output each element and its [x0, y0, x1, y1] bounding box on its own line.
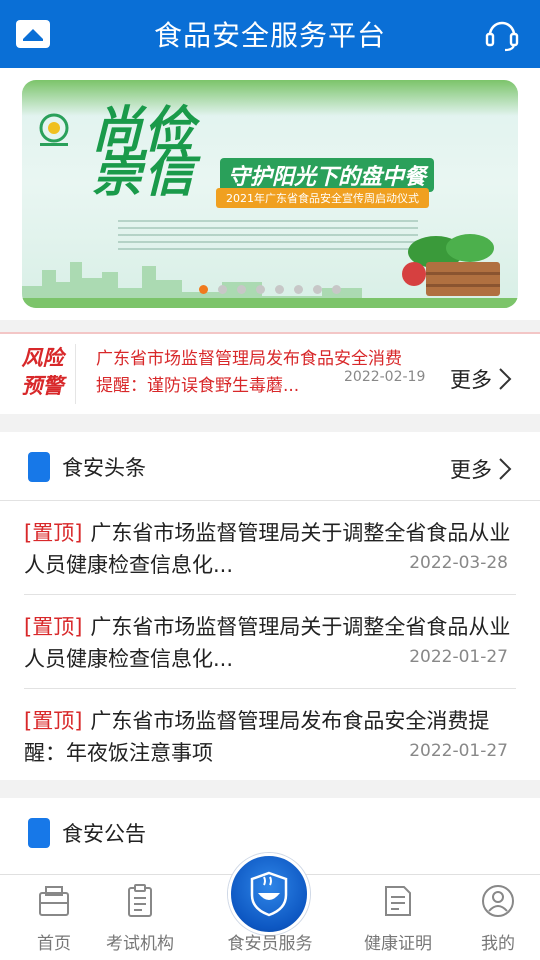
banner-headline: 尚俭 崇信 — [92, 101, 196, 203]
home-icon[interactable] — [16, 20, 50, 48]
carousel-dot[interactable] — [294, 285, 303, 294]
headset-icon[interactable] — [482, 14, 522, 54]
tab-mine[interactable]: 我的 — [444, 875, 540, 960]
pinned-tag: [置顶] — [24, 709, 83, 733]
news-item[interactable]: [置顶] 广东省市场监督管理局发布食品安全消费提醒：年夜饭注意事项 2022-01… — [24, 689, 516, 783]
chevron-right-icon — [499, 458, 512, 480]
clipboard-icon — [128, 884, 152, 917]
section-marker — [28, 452, 50, 482]
food-safety-logo-icon — [34, 110, 74, 150]
top-bar: 食品安全服务平台 — [0, 0, 540, 68]
risk-alert-title-cont[interactable]: 提醒：谨防误食野生毒蘑... — [96, 371, 299, 396]
banner-fineprint — [118, 220, 418, 254]
tab-health-certificate[interactable]: 健康证明 — [344, 875, 452, 960]
chevron-right-icon — [499, 368, 512, 390]
news-item[interactable]: [置顶] 广东省市场监督管理局关于调整全省食品从业人员健康检查信息化... 202… — [24, 501, 516, 595]
user-icon — [482, 885, 514, 917]
risk-alert-badge: 风险 预警 — [10, 344, 76, 404]
tab-exam-institution[interactable]: 考试机构 — [86, 875, 194, 960]
risk-alert-more-link[interactable]: 更多 — [450, 364, 512, 394]
pinned-tag: [置顶] — [24, 521, 83, 545]
banner-slogan: 守护阳光下的盘中餐 — [220, 158, 435, 192]
notice-section-title: 食安公告 — [62, 822, 146, 846]
banner-ceremony: 2021年广东省食品安全宣传周启动仪式 — [216, 188, 429, 208]
carousel-dot[interactable] — [275, 285, 284, 294]
carousel-dot[interactable] — [199, 285, 208, 294]
carousel-dots — [22, 285, 518, 294]
news-section-header: 食安头条 更多 — [0, 432, 540, 500]
home-tab-icon — [39, 886, 69, 916]
carousel-dot[interactable] — [256, 285, 265, 294]
risk-alert-date: 2022-02-19 — [344, 369, 426, 385]
risk-alert-bar[interactable]: 风险 预警 广东省市场监督管理局发布食品安全消费 提醒：谨防误食野生毒蘑... … — [0, 332, 540, 414]
news-more-link[interactable]: 更多 — [450, 454, 512, 484]
news-date: 2022-01-27 — [409, 741, 508, 761]
page-title: 食品安全服务平台 — [153, 19, 386, 52]
carousel-dot[interactable] — [237, 285, 246, 294]
banner-section: 尚俭 崇信 守护阳光下的盘中餐 2021年广东省食品安全宣传周启动仪式 — [0, 68, 540, 320]
news-item[interactable]: [置顶] 广东省市场监督管理局关于调整全省食品从业人员健康检查信息化... 202… — [24, 595, 516, 689]
bottom-tab-bar: 首页 考试机构 食安员服务 健康证明 我的 — [0, 853, 540, 960]
carousel-dot[interactable] — [332, 285, 341, 294]
certificate-icon — [385, 886, 411, 916]
news-section: 食安头条 更多 [置顶] 广东省市场监督管理局关于调整全省食品从业人员健康检查信息… — [0, 432, 540, 780]
tab-food-safety-officer[interactable]: 食安员服务 — [216, 853, 324, 960]
risk-alert-title[interactable]: 广东省市场监督管理局发布食品安全消费 — [96, 344, 402, 369]
pinned-tag: [置顶] — [24, 615, 83, 639]
carousel-dot[interactable] — [313, 285, 322, 294]
news-date: 2022-03-28 — [409, 553, 508, 573]
shield-bowl-icon — [228, 853, 310, 935]
news-date: 2022-01-27 — [409, 647, 508, 667]
news-section-title: 食安头条 — [62, 456, 146, 480]
carousel-dot[interactable] — [218, 285, 227, 294]
section-marker — [28, 818, 50, 848]
promo-banner[interactable]: 尚俭 崇信 守护阳光下的盘中餐 2021年广东省食品安全宣传周启动仪式 — [22, 80, 518, 308]
